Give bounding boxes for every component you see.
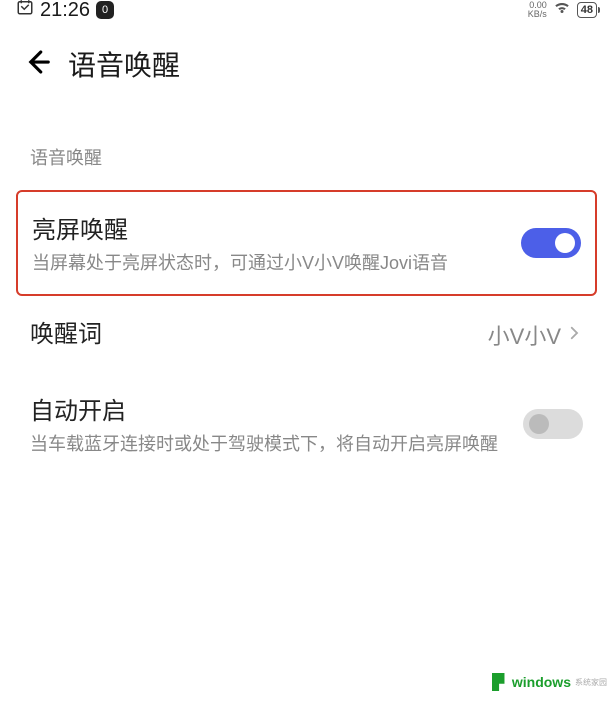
status-left: 21:26 0 <box>16 0 114 22</box>
status-time: 21:26 <box>40 0 90 22</box>
chevron-right-icon <box>565 322 583 348</box>
setting-text: 亮屏唤醒 当屏幕处于亮屏状态时，可通过小V小V唤醒Jovi语音 <box>32 210 501 276</box>
battery-icon: 48 <box>577 2 597 18</box>
wifi-icon <box>553 0 571 22</box>
setting-title: 自动开启 <box>30 391 503 426</box>
toggle-knob <box>529 414 549 434</box>
setting-wake-word[interactable]: 唤醒词 小V小V <box>0 296 613 373</box>
setting-title: 唤醒词 <box>30 314 468 349</box>
watermark-sub: 系统家园 <box>575 677 607 688</box>
content: 语音唤醒 亮屏唤醒 当屏幕处于亮屏状态时，可通过小V小V唤醒Jovi语音 唤醒词… <box>0 96 613 475</box>
auto-on-toggle[interactable] <box>523 409 583 439</box>
watermark-brand: windows <box>512 674 571 690</box>
setting-desc: 当屏幕处于亮屏状态时，可通过小V小V唤醒Jovi语音 <box>32 251 501 276</box>
setting-value: 小V小V <box>488 319 583 351</box>
status-bar: 21:26 0 0.00 KB/s 48 <box>0 0 613 20</box>
calendar-icon <box>16 0 34 22</box>
setting-text: 唤醒词 <box>30 314 468 355</box>
section-label: 语音唤醒 <box>0 144 613 190</box>
setting-auto-on[interactable]: 自动开启 当车载蓝牙连接时或处于驾驶模式下，将自动开启亮屏唤醒 <box>0 373 613 475</box>
watermark-icon <box>492 673 510 691</box>
watermark: windows 系统家园 <box>492 673 607 691</box>
notification-badge-icon: 0 <box>96 1 114 19</box>
nav-header: 语音唤醒 <box>0 20 613 96</box>
screen-wake-toggle[interactable] <box>521 228 581 258</box>
back-icon[interactable] <box>22 47 52 82</box>
wake-word-value: 小V小V <box>488 319 561 351</box>
setting-screen-wake[interactable]: 亮屏唤醒 当屏幕处于亮屏状态时，可通过小V小V唤醒Jovi语音 <box>16 190 597 296</box>
setting-text: 自动开启 当车载蓝牙连接时或处于驾驶模式下，将自动开启亮屏唤醒 <box>30 391 503 457</box>
page-title: 语音唤醒 <box>68 44 180 84</box>
setting-desc: 当车载蓝牙连接时或处于驾驶模式下，将自动开启亮屏唤醒 <box>30 432 503 457</box>
setting-title: 亮屏唤醒 <box>32 210 501 245</box>
network-speed: 0.00 KB/s <box>528 1 547 19</box>
status-right: 0.00 KB/s 48 <box>528 0 597 22</box>
toggle-knob <box>555 233 575 253</box>
